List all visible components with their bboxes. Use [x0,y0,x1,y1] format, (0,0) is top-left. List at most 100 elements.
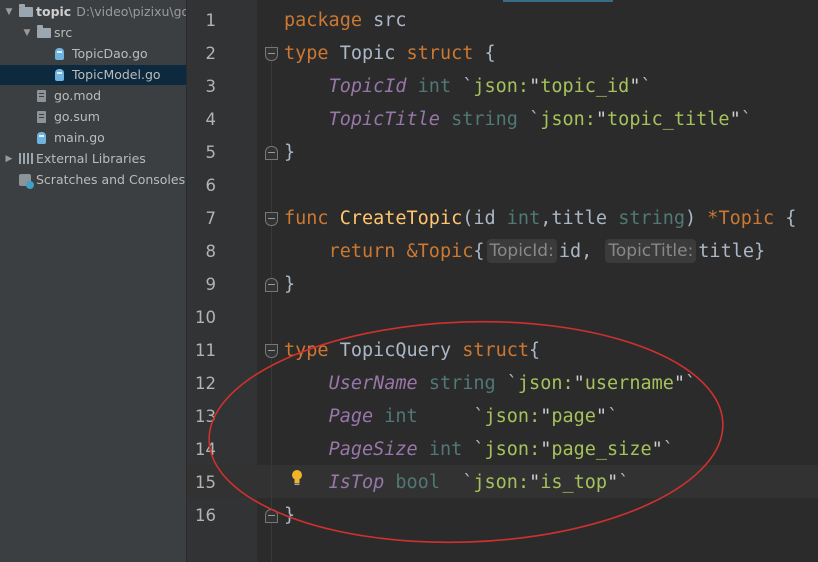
code-token: { [774,208,797,229]
code-token: " [573,373,585,394]
code-token: ` [417,406,485,427]
code-token: ` [495,373,518,394]
scratches-icon [19,174,34,189]
code-token: Topic [328,43,407,64]
go-file-icon [37,132,46,144]
code-token: is_top [540,472,608,493]
code-token: ,title [540,208,619,229]
code-token: type [284,43,329,64]
code-token: int [384,406,418,427]
code-token: ` [462,439,485,460]
code-line[interactable]: TopicId int `json:"topic_id"` [284,70,652,103]
code-token: " [729,109,741,130]
code-token: " [529,472,541,493]
line-number: 4 [205,110,217,129]
library-icon [19,153,34,164]
line-number: 1 [205,11,217,30]
code-token: " [529,76,541,97]
fold-close-icon[interactable] [265,146,278,160]
code-token: } [284,274,296,295]
tree-item-main-go[interactable]: main.go [0,128,186,148]
tree-item-go-mod[interactable]: go.mod [0,86,186,106]
folder-icon [19,4,33,17]
code-token: json: [517,373,574,394]
file-icon [37,111,46,123]
code-token: Topic [417,241,474,262]
tree-item-scratches-and-consoles[interactable]: Scratches and Consoles [0,170,186,190]
code-line[interactable]: package src [284,4,407,37]
code-token: topic_title [607,109,730,130]
expand-arrow-icon[interactable]: ▼ [4,2,14,22]
code-line[interactable]: PageSize int `json:"page_size"` [284,433,674,466]
code-token: package [284,10,362,31]
code-token: " [673,373,686,394]
code-token: ` [451,76,474,97]
line-number: 6 [205,176,217,195]
code-token: string [428,373,496,394]
fold-open-icon[interactable] [265,212,278,226]
code-token: Topic [718,208,775,229]
code-token: UserName [328,373,418,394]
collapse-arrow-icon[interactable]: ▶ [4,149,14,169]
fold-open-icon[interactable] [265,47,278,61]
code-line[interactable]: func CreateTopic(id int,title string) *T… [284,202,796,235]
code-token: TopicTitle [328,109,440,130]
code-line[interactable]: } [284,268,295,301]
code-token: struct [462,340,530,361]
code-token: ` [607,406,619,427]
code-line[interactable]: type Topic struct { [284,37,496,70]
code-line[interactable]: TopicTitle string `json:"topic_title"` [284,103,752,136]
code-token: json: [473,472,530,493]
code-line[interactable]: } [284,136,295,169]
code-line[interactable]: return &Topic{TopicId: id, TopicTitle: tit… [284,235,765,268]
line-number: 12 [195,374,216,393]
tree-item-src[interactable]: ▼ src [0,23,186,43]
line-number: 13 [195,407,216,426]
code-line[interactable]: type TopicQuery struct{ [284,334,540,367]
code-token: " [607,472,619,493]
fold-open-icon[interactable] [265,344,278,358]
code-editor[interactable]: package src type Topic struct { TopicId i… [284,0,818,562]
code-token: type [284,340,329,361]
line-number: 7 [205,209,217,228]
lightbulb-icon[interactable] [291,469,303,486]
code-token: json: [484,406,541,427]
code-line[interactable]: Page int `json:"page"` [284,400,619,433]
code-line[interactable]: } [284,499,295,532]
code-token: ` [517,109,541,130]
code-token: " [595,109,608,130]
code-token: username [584,373,674,394]
fold-close-icon[interactable] [265,509,278,523]
expand-arrow-icon[interactable]: ▼ [22,23,32,43]
tree-item-label: TopicDao.go [72,46,148,61]
code-line[interactable]: IsTop bool `json:"is_top"` [284,466,630,499]
code-token: bool [395,472,440,493]
code-token: topic_id [540,76,630,97]
tree-item-label: src [54,25,73,40]
tree-item-topicdao-go[interactable]: TopicDao.go [0,44,186,64]
tree-item-external-libraries[interactable]: ▶ External Libraries [0,149,186,169]
tree-item-go-sum[interactable]: go.sum [0,107,186,127]
fold-close-icon[interactable] [265,278,278,292]
file-icon [37,90,46,102]
line-number: 11 [195,341,216,360]
tree-item-topic[interactable]: ▼ topic D:\video\pizixu\go- [0,2,186,22]
line-number: 5 [205,143,217,162]
code-token: " [595,406,608,427]
tree-item-topicmodel-go[interactable]: TopicModel.go [0,65,186,85]
code-line[interactable]: UserName string `json:"username"` [284,367,697,400]
code-token: ` [662,439,674,460]
code-token: " [540,406,552,427]
parameter-hint: TopicTitle: [605,239,697,263]
